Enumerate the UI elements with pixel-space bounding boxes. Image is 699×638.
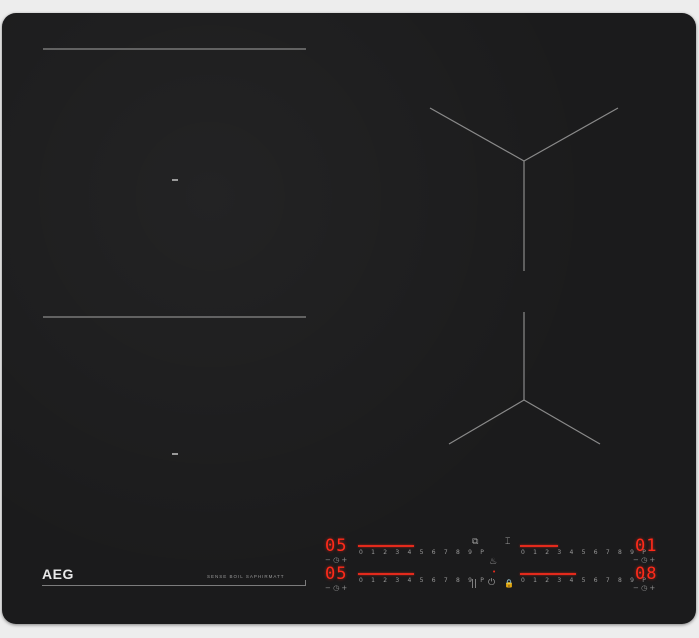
power-scale-left-upper[interactable]: 0 1 2 3 4 5 6 7 8 9 P (359, 549, 487, 556)
pause-icon[interactable]: || (471, 580, 477, 589)
right-upper-y-right (523, 107, 619, 162)
brand-logo: AEG (42, 566, 74, 582)
bottom-divider-tick (305, 580, 306, 586)
power-scale-right-upper[interactable]: 0 1 2 3 4 5 6 7 8 9 P (521, 549, 649, 556)
power-display-right-upper[interactable]: 01 (635, 538, 657, 555)
zone-center-marker-upper (172, 179, 178, 181)
power-display-right-lower[interactable]: 08 (635, 566, 657, 583)
cooktop-glass-surface: AEG SENSE BOIL SAPHIRMATT 05 0 1 2 3 4 5… (2, 13, 696, 624)
hob2hood-icon[interactable]: ⌶ (505, 538, 510, 547)
cooking-zone-markings (43, 48, 619, 445)
pan-indicator-dot: • (492, 568, 497, 576)
timer-controls-right-upper[interactable]: − ◷ + (633, 556, 655, 564)
power-bar-left-lower (358, 573, 414, 575)
power-display-left-upper[interactable]: 05 (325, 538, 347, 555)
bridge-icon[interactable]: ⧉ (472, 538, 478, 547)
power-bar-right-lower (520, 573, 576, 575)
right-lower-y-right (523, 399, 601, 445)
zone-center-marker-lower (172, 453, 178, 455)
bottom-divider-line (42, 585, 306, 586)
pan-icon[interactable]: ♨ (489, 558, 497, 567)
power-bar-left-upper (358, 545, 414, 547)
lock-icon[interactable]: 🔒 (504, 579, 514, 588)
power-display-left-lower[interactable]: 05 (325, 566, 347, 583)
timer-controls-left-lower[interactable]: − ◷ + (325, 584, 347, 592)
timer-controls-left-upper[interactable]: − ◷ + (325, 556, 347, 564)
timer-controls-right-lower[interactable]: − ◷ + (633, 584, 655, 592)
power-bar-right-upper (520, 545, 558, 547)
power-scale-right-lower[interactable]: 0 1 2 3 4 5 6 7 8 9 P (521, 577, 649, 584)
right-upper-y-left (429, 107, 525, 162)
right-lower-y-left (448, 399, 525, 445)
power-scale-left-lower[interactable]: 0 1 2 3 4 5 6 7 8 9 P (359, 577, 487, 584)
model-line-text: SENSE BOIL SAPHIRMATT (207, 574, 285, 579)
power-icon[interactable]: ⏻ (488, 579, 495, 588)
